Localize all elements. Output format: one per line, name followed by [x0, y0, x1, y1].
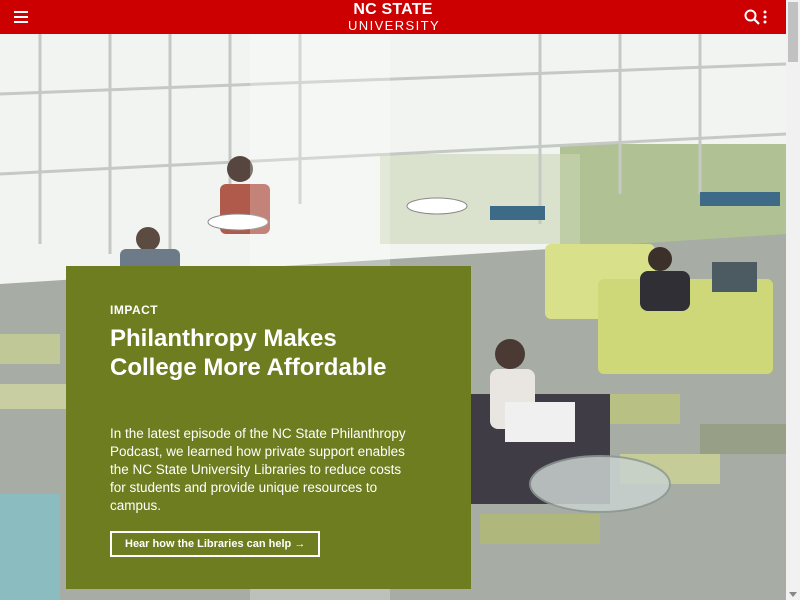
scrollbar-thumb[interactable] — [788, 2, 798, 62]
brand-line-2: UNIVERSITY — [348, 18, 441, 33]
more-options-icon[interactable] — [762, 9, 768, 25]
search-icon[interactable] — [744, 9, 760, 25]
story-headline[interactable]: Philanthropy Makes College More Affordab… — [110, 324, 430, 382]
hamburger-menu-icon[interactable] — [14, 11, 28, 23]
feature-story-card: IMPACT Philanthropy Makes College More A… — [66, 266, 471, 589]
page-scrollbar[interactable] — [786, 0, 800, 600]
brand-line-1: NC STATE — [353, 1, 433, 18]
story-category: IMPACT — [110, 303, 159, 317]
site-header: NC STATE UNIVERSITY — [0, 0, 786, 34]
scroll-down-arrow-icon[interactable] — [789, 592, 797, 597]
hear-libraries-button[interactable]: Hear how the Libraries can help → — [110, 531, 321, 557]
nc-state-logo[interactable]: NC STATE UNIVERSITY — [348, 1, 441, 33]
story-summary: In the latest episode of the NC State Ph… — [110, 426, 406, 513]
